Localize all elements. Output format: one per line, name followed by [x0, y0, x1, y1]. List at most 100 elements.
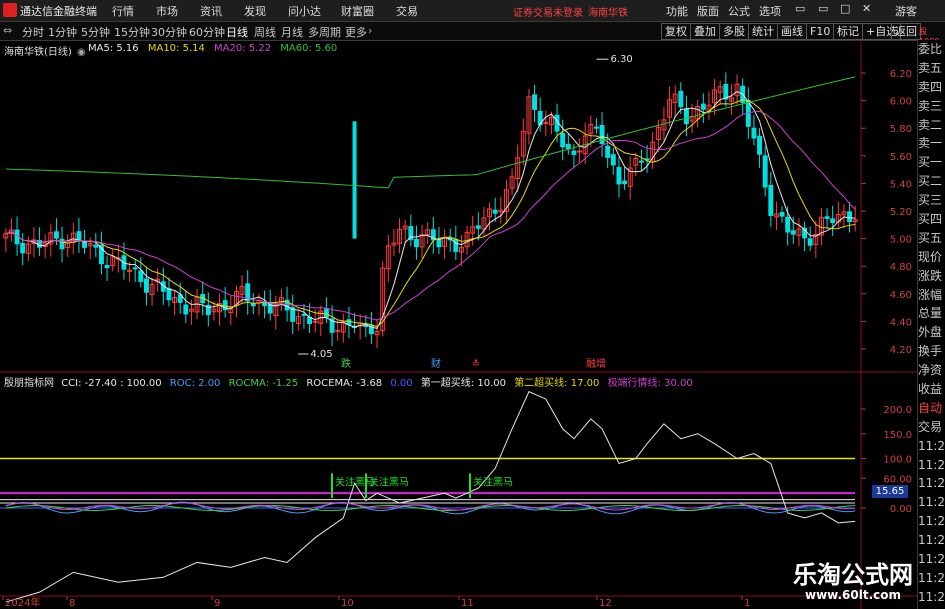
side-panel-item[interactable]: 现价 — [918, 248, 945, 267]
side-panel-item[interactable]: 委比 — [918, 40, 945, 59]
side-panel-item[interactable]: 11:29 — [918, 456, 945, 475]
guest-button[interactable]: 游客 — [895, 3, 917, 19]
indicator-current-value: 15.65 — [872, 485, 908, 498]
candle-body — [560, 132, 566, 148]
side-panel-item[interactable]: 11:29 — [918, 550, 945, 569]
side-panel-item[interactable]: 交易 — [918, 418, 945, 437]
side-panel-item[interactable]: 11:29 — [918, 531, 945, 550]
indicator-name[interactable]: 殷朋指标网 — [4, 378, 54, 389]
side-panel-item[interactable]: 买二 — [918, 172, 945, 191]
price-tick-label: 5.20 — [890, 207, 912, 218]
side-panel-item[interactable]: 收益 — [918, 380, 945, 399]
menu-market[interactable]: 市场 — [156, 3, 178, 19]
f10-button[interactable]: F10 — [806, 23, 835, 40]
close-icon[interactable]: ✕ — [862, 2, 871, 15]
menu-formula[interactable]: 公式 — [728, 3, 750, 19]
candle-body — [183, 304, 189, 315]
candle-body — [413, 238, 419, 248]
extreme-line-label: 极端行情线: 30.00 — [607, 378, 693, 389]
menu-discover[interactable]: 发现 — [244, 3, 266, 19]
side-panel-item[interactable]: 涨跌 — [918, 267, 945, 286]
multi-stock-button[interactable]: 多股 — [719, 23, 749, 40]
side-panel-item[interactable]: 卖四 — [918, 78, 945, 97]
indicator-tick-label: 100.0 — [883, 455, 912, 466]
tf-more[interactable]: 更多 — [345, 24, 367, 40]
candle-body — [436, 239, 442, 248]
side-panel-item[interactable]: 11:29 — [918, 437, 945, 456]
tf-daily[interactable]: 日线 — [226, 24, 248, 40]
candle-body — [785, 216, 791, 233]
watermark-title: 乐淘公式网 — [793, 561, 913, 589]
side-panel-item[interactable]: 买三 — [918, 191, 945, 210]
tf-weekly[interactable]: 周线 — [254, 24, 276, 40]
login-notice[interactable]: 证券交易未登录 — [513, 4, 583, 19]
menu-trade[interactable]: 交易 — [396, 3, 418, 19]
event-marker: 融增 — [586, 357, 606, 370]
overlay-button[interactable]: 叠加 — [690, 23, 720, 40]
menu-layout[interactable]: 版面 — [697, 3, 719, 19]
menu-market-quotes[interactable]: 行情 — [112, 3, 134, 19]
side-panel-item[interactable]: 11:29 — [918, 493, 945, 512]
side-panel-item[interactable]: 外盘 — [918, 323, 945, 342]
menu-news[interactable]: 资讯 — [200, 3, 222, 19]
nav-arrows-icon[interactable]: ⇔ — [3, 24, 12, 37]
mark-button[interactable]: 标记 — [833, 23, 863, 40]
toolbar: ⇔ 分时 1分钟 5分钟 15分钟 30分钟 60分钟 日线 周线 月线 多周期… — [0, 22, 945, 41]
title-bar: 通达信金融终端 行情 市场 资讯 发现 问小达 财富圈 交易 证券交易未登录 海… — [0, 0, 945, 22]
side-panel-item[interactable]: 11:29 — [918, 569, 945, 588]
ma10-label: MA10: 5.14 — [147, 43, 205, 54]
side-panel-item[interactable]: 卖二 — [918, 116, 945, 135]
side-panel-item[interactable]: 换手 — [918, 342, 945, 361]
side-panel-item[interactable]: 净资 — [918, 361, 945, 380]
restore-icon[interactable]: ▭ — [818, 2, 828, 15]
side-tab[interactable]: 股 1000 — [917, 24, 945, 46]
tf-monthly[interactable]: 月线 — [281, 24, 303, 40]
tf-30min[interactable]: 30分钟 — [151, 24, 187, 40]
maximize-icon[interactable]: □ — [840, 2, 850, 15]
candle-body — [565, 143, 571, 150]
side-panel-item[interactable]: 卖三 — [918, 97, 945, 116]
side-panel-item[interactable]: 总量 — [918, 304, 945, 323]
side-panel-item[interactable]: 自动 — [918, 399, 945, 418]
settings-circle-icon[interactable]: ◉ — [77, 47, 86, 58]
candle-body — [20, 242, 26, 254]
x-tick-label: 2024年 — [5, 596, 40, 609]
side-panel-item[interactable]: 买四 — [918, 210, 945, 229]
tf-5min[interactable]: 5分钟 — [81, 24, 110, 40]
adjust-button[interactable]: 复权 — [661, 23, 691, 40]
side-panel-item[interactable]: 11:29 — [918, 474, 945, 493]
candle-body — [610, 154, 616, 166]
minimize-icon[interactable]: ▭ — [795, 2, 805, 15]
side-panel-item[interactable]: 11:29 — [918, 588, 945, 607]
tf-15min[interactable]: 15分钟 — [114, 24, 150, 40]
menu-options[interactable]: 选项 — [759, 3, 781, 19]
draw-line-button[interactable]: 画线 — [777, 23, 807, 40]
side-panel-item[interactable]: 买五 — [918, 229, 945, 248]
tf-intraday[interactable]: 分时 — [22, 24, 44, 40]
menu-function[interactable]: 功能 — [666, 3, 688, 19]
tf-60min[interactable]: 60分钟 — [189, 24, 225, 40]
statistics-button[interactable]: 统计 — [748, 23, 778, 40]
side-panel-item[interactable]: 卖五 — [918, 59, 945, 78]
menu-wealth-circle[interactable]: 财富圈 — [341, 3, 374, 19]
candle-body — [779, 211, 785, 217]
candle-body — [543, 121, 549, 124]
x-tick-label: 10 — [341, 598, 354, 609]
price-tick-label: 5.40 — [890, 179, 912, 190]
tf-multi-period[interactable]: 多周期 — [308, 24, 341, 40]
price-tick-label: 5.60 — [890, 152, 912, 163]
side-panel-item[interactable]: 涨幅 — [918, 286, 945, 305]
side-panel-item[interactable]: 卖一 — [918, 134, 945, 153]
tf-1min[interactable]: 1分钟 — [48, 24, 77, 40]
candle-body — [700, 103, 706, 110]
price-tick-label: 5.80 — [890, 124, 912, 135]
side-panel-item[interactable]: 买一 — [918, 153, 945, 172]
side-panel-item[interactable]: 11:29 — [918, 512, 945, 531]
candle-body — [683, 108, 689, 125]
candle-body — [807, 238, 813, 246]
app-logo-icon — [3, 3, 17, 17]
candle-body — [166, 288, 172, 301]
more-chevron-icon[interactable]: › — [368, 24, 372, 37]
chart-area[interactable]: 6.20 6.00 5.80 5.60 5.40 5.20 5.00 4.80 4.60 4.40… — [0, 40, 917, 609]
menu-ask-xiaoda[interactable]: 问小达 — [288, 3, 321, 19]
